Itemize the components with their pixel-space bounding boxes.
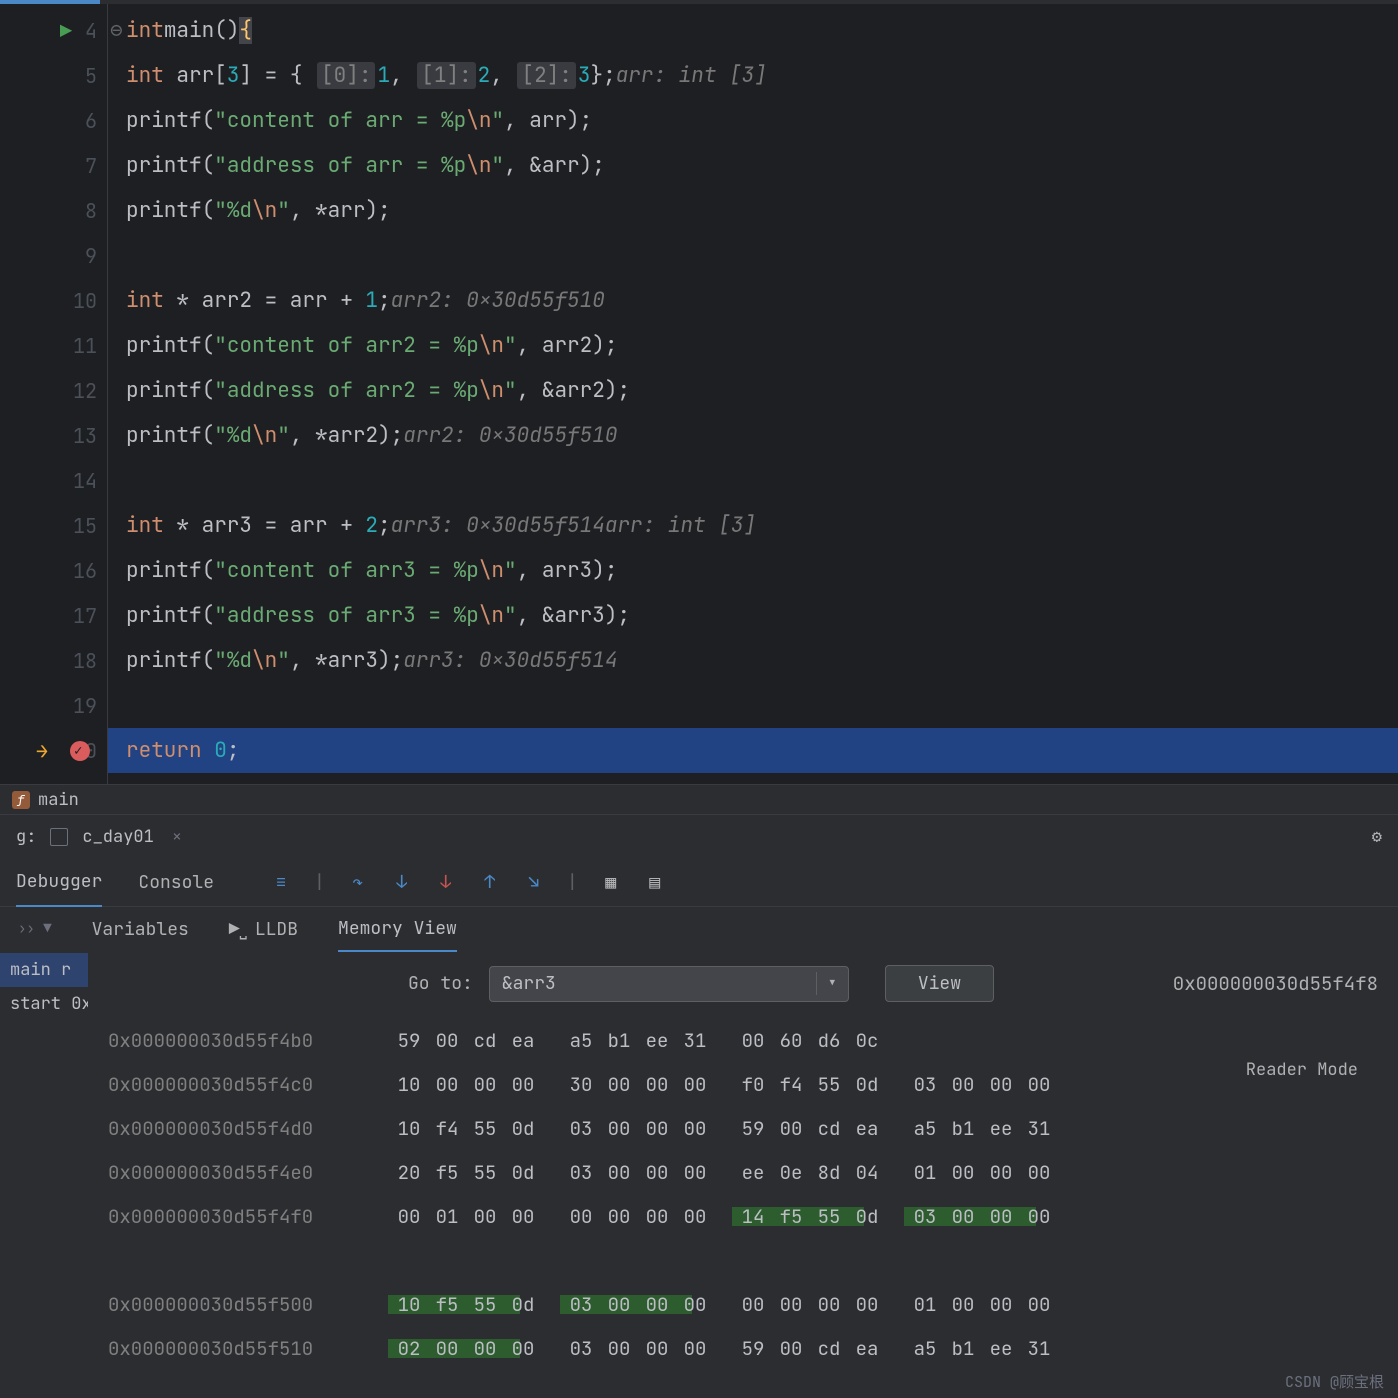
gutter: ▶4 5 6 7 8 9 10 11 12 13 14 15 16 17 18 …: [0, 4, 108, 784]
line-19[interactable]: 19: [0, 683, 107, 728]
debug-tool-window: g: c_day01 × ⚙ Debugger Console ≡ | ↷ ↓ …: [0, 814, 1398, 1398]
frame-start[interactable]: start 0x: [0, 987, 88, 1021]
step-over-icon[interactable]: ↷: [347, 871, 369, 893]
line-7[interactable]: 7: [0, 143, 107, 188]
line-20[interactable]: →20: [0, 728, 107, 773]
code[interactable]: ⊖int main() { int arr[3] = { [0]: 1, [1]…: [108, 4, 1398, 784]
run-icon[interactable]: ▶: [60, 18, 72, 44]
tab-variables[interactable]: Variables: [92, 908, 189, 951]
line-14[interactable]: 14: [0, 458, 107, 503]
line-11[interactable]: 11: [0, 323, 107, 368]
memory-row[interactable]: 0x000000030d55f4d010f4550d030000005900cd…: [108, 1106, 1378, 1150]
run-config-name[interactable]: c_day01: [82, 826, 153, 848]
execution-arrow-icon: →: [36, 738, 48, 764]
line-13[interactable]: 13: [0, 413, 107, 458]
line-17[interactable]: 17: [0, 593, 107, 638]
trace-icon[interactable]: ▤: [644, 871, 666, 893]
memory-row[interactable]: 0x000000030d55f4f0000100000000000014f555…: [108, 1194, 1378, 1238]
reader-mode-label[interactable]: Reader Mode: [1246, 1062, 1358, 1079]
watermark: CSDN @顾宝根: [1285, 1371, 1384, 1392]
goto-dropdown-icon[interactable]: ▾: [816, 972, 848, 995]
line-4[interactable]: ▶4: [0, 8, 107, 53]
debugger-tabs: Debugger Console ≡ | ↷ ↓ ↓ ↑ ↘ | ▦ ▤: [0, 859, 1398, 907]
frames-panel: main r start 0x: [0, 951, 88, 1398]
tab-console[interactable]: Console: [138, 859, 214, 906]
tab-lldb[interactable]: ▶⎵LLDB: [229, 908, 298, 951]
force-step-into-icon[interactable]: ↓: [435, 871, 457, 893]
breakpoint-icon[interactable]: [70, 741, 90, 761]
tw-label: g:: [16, 826, 36, 848]
settings-icon[interactable]: ⚙: [1372, 826, 1382, 848]
debugger-sub-tabs: ›› ▼ Variables ▶⎵LLDB Memory View: [0, 907, 1398, 951]
goto-label: Go to:: [408, 972, 473, 995]
memory-panel: Go to: ▾ View 0x000000030d55f4f8 Reader …: [88, 951, 1398, 1398]
breadcrumb-fn: main: [38, 789, 79, 811]
line-9[interactable]: 9: [0, 233, 107, 278]
goto-input[interactable]: [490, 972, 816, 995]
tool-window-header: g: c_day01 × ⚙: [0, 815, 1398, 859]
evaluate-icon[interactable]: ▦: [600, 871, 622, 893]
line-5[interactable]: 5: [0, 53, 107, 98]
console-icon: ▶⎵: [229, 918, 247, 941]
line-8[interactable]: 8: [0, 188, 107, 233]
line-10[interactable]: 10: [0, 278, 107, 323]
memory-row[interactable]: 0x000000030d55f50010f5550d03000000000000…: [108, 1282, 1378, 1326]
line-12[interactable]: 12: [0, 368, 107, 413]
expand-icon[interactable]: ›› ▼: [18, 920, 52, 938]
tab-debugger[interactable]: Debugger: [16, 858, 102, 907]
memory-row[interactable]: 0x000000030d55f4c01000000030000000f0f455…: [108, 1062, 1378, 1106]
view-button[interactable]: View: [885, 965, 994, 1002]
code-editor: ▶4 5 6 7 8 9 10 11 12 13 14 15 16 17 18 …: [0, 4, 1398, 784]
line-6[interactable]: 6: [0, 98, 107, 143]
step-into-icon[interactable]: ↓: [391, 871, 413, 893]
memory-row[interactable]: 0x000000030d55f51002000000030000005900cd…: [108, 1326, 1378, 1370]
cursor-address: 0x000000030d55f4f8: [1173, 971, 1378, 996]
threads-icon[interactable]: ≡: [270, 871, 292, 893]
run-config-icon: [50, 828, 68, 846]
function-icon: f: [12, 791, 30, 809]
goto-input-wrapper: ▾: [489, 966, 849, 1002]
close-tab-icon[interactable]: ×: [172, 826, 182, 848]
memory-row[interactable]: 0x000000030d55f4b05900cdeaa5b1ee310060d6…: [108, 1018, 1378, 1062]
line-15[interactable]: 15: [0, 503, 107, 548]
breadcrumb[interactable]: f main: [0, 784, 1398, 814]
step-out-icon[interactable]: ↑: [479, 871, 501, 893]
memory-row[interactable]: 0x000000030d55f4e020f5550d03000000ee0e8d…: [108, 1150, 1378, 1194]
tab-memory-view[interactable]: Memory View: [338, 907, 457, 952]
line-16[interactable]: 16: [0, 548, 107, 593]
run-to-cursor-icon[interactable]: ↘: [523, 871, 545, 893]
memory-grid[interactable]: Reader Mode 0x000000030d55f4b05900cdeaa5…: [108, 1012, 1378, 1370]
line-18[interactable]: 18: [0, 638, 107, 683]
fold-icon[interactable]: ⊖: [110, 17, 123, 44]
memory-row[interactable]: [108, 1238, 1378, 1282]
frame-main[interactable]: main r: [0, 953, 88, 987]
